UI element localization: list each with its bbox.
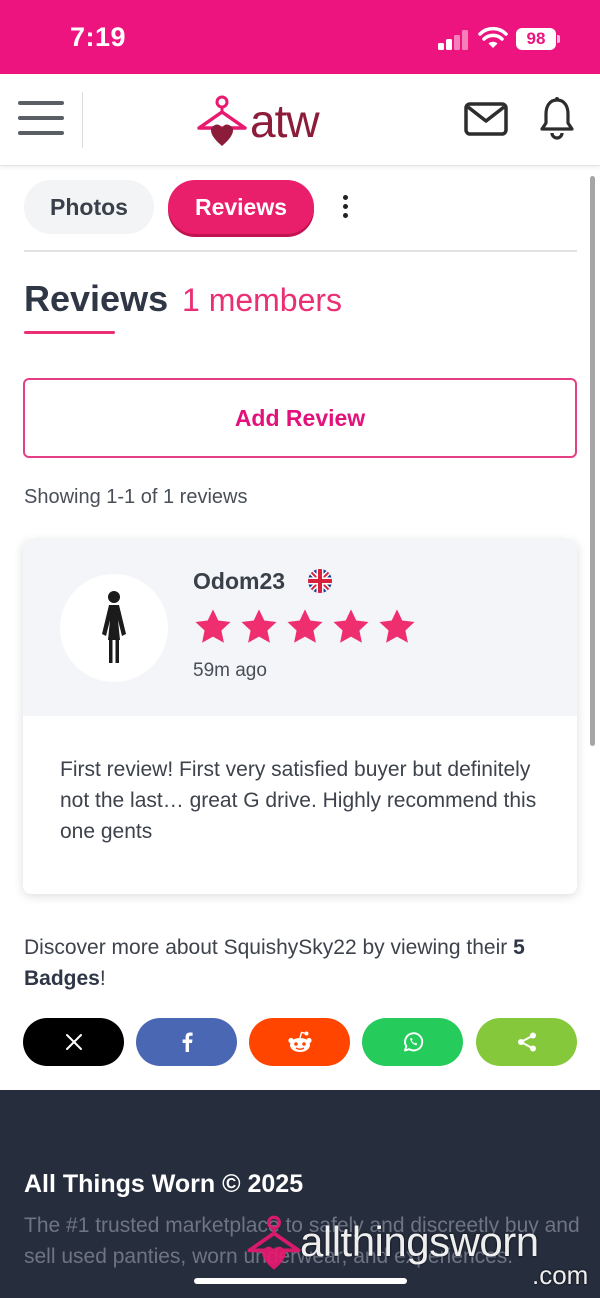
hanger-heart-icon bbox=[197, 95, 247, 146]
review-header: Odom23 59m ago bbox=[23, 540, 577, 716]
members-count: 1 members bbox=[182, 282, 343, 318]
facebook-icon bbox=[182, 1032, 193, 1052]
hamburger-menu-button[interactable] bbox=[18, 100, 64, 138]
x-icon bbox=[65, 1034, 82, 1050]
header-divider bbox=[82, 92, 83, 148]
logo-text: atw bbox=[250, 95, 320, 147]
whatsapp-icon bbox=[403, 1032, 423, 1052]
star-rating bbox=[193, 608, 423, 648]
star-icon bbox=[195, 609, 231, 643]
section-underline bbox=[24, 331, 115, 334]
signal-icon bbox=[438, 30, 470, 50]
review-text: First review! First very satisfied buyer… bbox=[60, 758, 537, 843]
section-title: Reviews bbox=[24, 278, 169, 319]
tab-photos[interactable]: Photos bbox=[24, 180, 154, 234]
watermark-suffix: .com bbox=[532, 1260, 589, 1290]
share-whatsapp-button[interactable] bbox=[362, 1018, 463, 1066]
showing-count: Showing 1-1 of 1 reviews bbox=[24, 486, 248, 508]
star-icon bbox=[287, 609, 323, 643]
share-icon bbox=[517, 1032, 536, 1052]
scrollbar[interactable] bbox=[590, 176, 595, 746]
share-x-button[interactable] bbox=[23, 1018, 124, 1066]
share-generic-button[interactable] bbox=[476, 1018, 577, 1066]
uk-flag-icon bbox=[308, 569, 332, 593]
share-reddit-button[interactable] bbox=[249, 1018, 350, 1066]
app-header: atw bbox=[0, 74, 600, 166]
discover-prefix: Discover more about SquishySky22 by view… bbox=[24, 936, 508, 959]
discover-suffix: ! bbox=[99, 967, 106, 990]
star-icon bbox=[333, 609, 369, 643]
add-review-button[interactable]: Add Review bbox=[23, 378, 577, 458]
battery-nub bbox=[557, 35, 560, 43]
tab-reviews[interactable]: Reviews bbox=[168, 180, 314, 234]
hanger-heart-icon bbox=[247, 1215, 301, 1270]
tabs-divider bbox=[24, 250, 577, 252]
woman-silhouette-icon bbox=[102, 591, 126, 663]
status-time: 7:19 bbox=[70, 22, 127, 52]
mail-icon[interactable] bbox=[464, 102, 508, 136]
reviewer-name[interactable]: Odom23 bbox=[193, 568, 285, 595]
footer-title: All Things Worn © 2025 bbox=[24, 1170, 304, 1198]
star-icon bbox=[241, 609, 277, 643]
discover-text: Discover more about SquishySky22 by view… bbox=[24, 932, 584, 994]
status-bar: 7:19 98 bbox=[0, 0, 600, 74]
avatar[interactable] bbox=[60, 574, 168, 682]
review-card: Odom23 59m ago First review! First very … bbox=[23, 540, 577, 894]
review-timestamp: 59m ago bbox=[193, 660, 267, 681]
home-indicator[interactable] bbox=[194, 1278, 407, 1284]
wifi-icon bbox=[478, 26, 508, 48]
bell-icon[interactable] bbox=[538, 96, 576, 140]
more-options-icon[interactable] bbox=[334, 192, 358, 222]
watermark-text: allthingsworn bbox=[300, 1218, 539, 1265]
star-icon bbox=[379, 609, 415, 643]
atw-logo[interactable]: atw bbox=[196, 92, 366, 148]
reddit-icon bbox=[287, 1031, 312, 1052]
battery-icon: 98 bbox=[516, 28, 556, 50]
share-facebook-button[interactable] bbox=[136, 1018, 237, 1066]
